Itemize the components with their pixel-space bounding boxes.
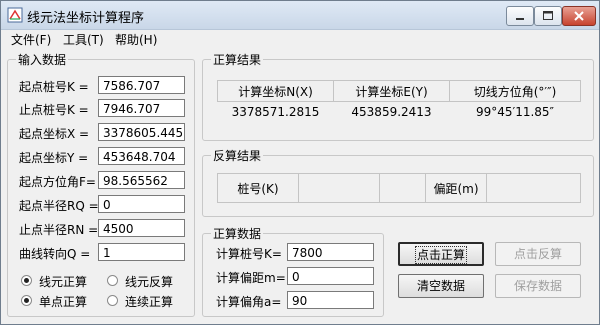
start-azimuth-input[interactable]: 98.565562	[98, 171, 185, 189]
start-station-input[interactable]: 7586.707	[98, 76, 185, 94]
start-azimuth-label: 起点方位角F=	[19, 175, 96, 189]
start-radius-label: 起点半径RQ =	[19, 199, 99, 213]
end-station-input[interactable]: 7946.707	[98, 99, 185, 117]
radio-continuous[interactable]	[107, 295, 118, 306]
radio-single-point[interactable]	[21, 295, 32, 306]
start-x-input[interactable]: 3378605.445	[98, 123, 185, 141]
forward-results-legend: 正算结果	[213, 53, 262, 67]
header-azimuth: 切线方位角(°′″)	[449, 80, 581, 102]
calc-angle-label: 计算偏角a=	[216, 295, 282, 309]
radio-element-reverse[interactable]	[107, 275, 118, 286]
start-y-input[interactable]: 453648.704	[98, 147, 185, 165]
title-bar[interactable]: 线元法坐标计算程序	[1, 1, 599, 30]
end-station-label: 止点桩号K =	[19, 103, 89, 117]
reverse-offset-label: 偏距(m)	[425, 173, 487, 203]
start-station-label: 起点桩号K =	[19, 80, 89, 94]
start-y-label: 起点坐标Y =	[19, 151, 89, 165]
calc-angle-input[interactable]: 90	[287, 291, 374, 309]
header-easting: 计算坐标E(Y)	[333, 80, 450, 102]
maximize-icon	[543, 11, 553, 20]
radio-element-forward[interactable]	[21, 275, 32, 286]
window-title: 线元法坐标计算程序	[27, 11, 145, 26]
app-window: 线元法坐标计算程序 文件(F) 工具(T) 帮助(H) 输入数据 起点桩号K =…	[0, 0, 600, 325]
calc-station-label: 计算桩号K=	[216, 247, 282, 261]
reverse-results-table: 桩号(K) 偏距(m)	[217, 173, 581, 203]
menu-help[interactable]: 帮助(H)	[115, 31, 157, 48]
reverse-calc-button[interactable]: 点击反算	[495, 242, 581, 266]
close-icon	[574, 11, 584, 21]
radio-continuous-label[interactable]: 连续正算	[125, 293, 173, 310]
reverse-station-label: 桩号(K)	[217, 173, 299, 203]
minimize-button[interactable]	[506, 6, 534, 26]
curve-direction-label: 曲线转向Q =	[19, 247, 91, 261]
value-azimuth: 99°45′11.85″	[475, 105, 555, 119]
maximize-button[interactable]	[534, 6, 562, 26]
reverse-station-value	[298, 173, 380, 203]
close-button[interactable]	[562, 6, 596, 26]
calc-offset-label: 计算偏距m=	[216, 271, 286, 285]
calc-data-legend: 正算数据	[213, 227, 262, 241]
curve-direction-input[interactable]: 1	[98, 243, 185, 261]
menu-bar: 文件(F) 工具(T) 帮助(H)	[1, 29, 599, 49]
forward-calc-label: 点击正算	[414, 246, 468, 264]
start-radius-input[interactable]: 0	[98, 195, 185, 213]
forward-results-table: 计算坐标N(X) 计算坐标E(Y) 切线方位角(°′″) 3378571.281…	[217, 80, 581, 122]
end-radius-input[interactable]: 4500	[98, 219, 185, 237]
input-data-legend: 输入数据	[18, 53, 67, 67]
header-northing: 计算坐标N(X)	[217, 80, 334, 102]
forward-calc-button[interactable]: 点击正算	[398, 242, 484, 266]
minimize-icon	[516, 18, 524, 20]
value-easting: 453859.2413	[351, 105, 432, 119]
save-data-button[interactable]: 保存数据	[495, 274, 581, 298]
calc-offset-input[interactable]: 0	[287, 267, 374, 285]
value-northing: 3378571.2815	[231, 105, 320, 119]
menu-file[interactable]: 文件(F)	[11, 31, 51, 48]
radio-single-point-label[interactable]: 单点正算	[39, 293, 87, 310]
start-x-label: 起点坐标X =	[19, 127, 90, 141]
reverse-results-legend: 反算结果	[213, 149, 262, 163]
radio-element-forward-label[interactable]: 线元正算	[39, 273, 87, 290]
radio-element-reverse-label[interactable]: 线元反算	[125, 273, 173, 290]
end-radius-label: 止点半径RN =	[19, 223, 99, 237]
calc-station-input[interactable]: 7800	[287, 243, 374, 261]
reverse-offset-value	[486, 173, 581, 203]
clear-data-button[interactable]: 清空数据	[398, 274, 484, 298]
app-icon	[7, 7, 23, 23]
menu-tools[interactable]: 工具(T)	[63, 31, 104, 48]
